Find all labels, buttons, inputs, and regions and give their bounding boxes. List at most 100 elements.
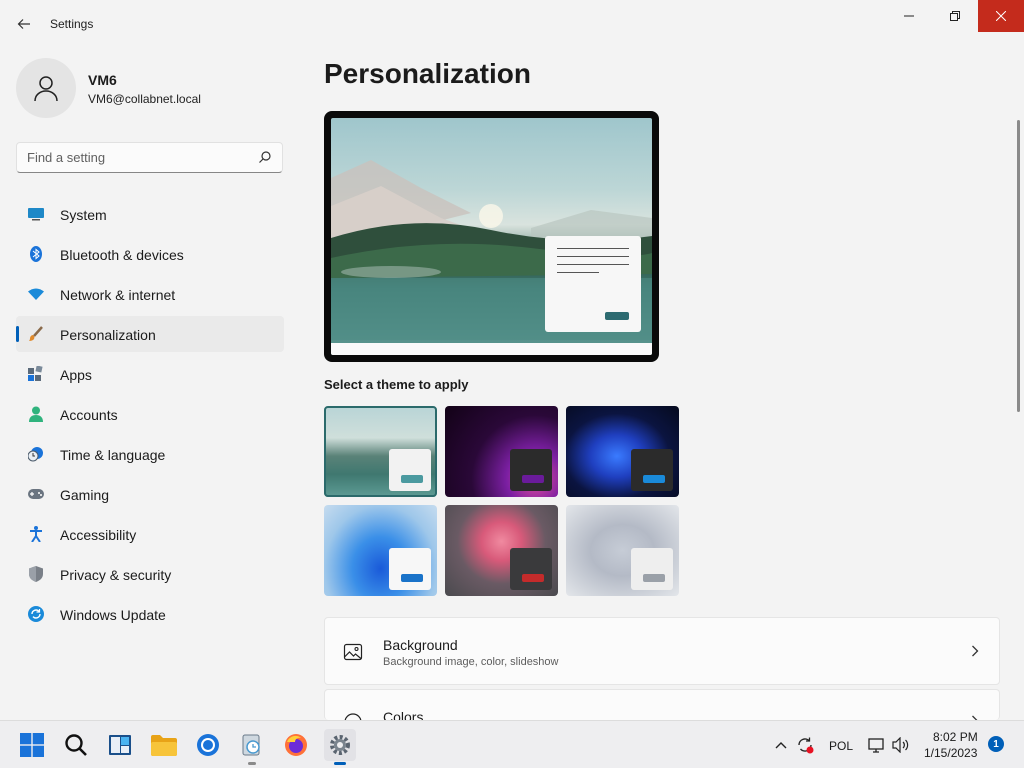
preview-accent-button	[605, 312, 629, 320]
sync-icon	[798, 737, 814, 754]
preview-text-line	[557, 248, 629, 249]
chevron-up-icon	[775, 742, 787, 749]
background-setting-card[interactable]: Background Background image, color, slid…	[324, 617, 1000, 685]
search-icon	[259, 151, 271, 163]
app-title: Settings	[50, 17, 94, 31]
volume-button[interactable]	[892, 736, 910, 754]
close-icon	[996, 11, 1006, 21]
preview-window	[545, 236, 641, 332]
avatar[interactable]	[16, 58, 76, 118]
sidebar-item-apps[interactable]: Apps	[16, 356, 284, 392]
running-indicator	[248, 762, 256, 765]
card-subtitle: Background image, color, slideshow	[383, 656, 559, 668]
sidebar-item-time-language[interactable]: Time & language	[16, 436, 284, 472]
theme-tile-flow[interactable]	[566, 505, 679, 596]
sidebar-item-gaming[interactable]: Gaming	[16, 476, 284, 512]
update-icon	[28, 606, 44, 622]
windows-logo-icon	[20, 733, 44, 757]
sidebar-item-label: Personalization	[60, 327, 156, 343]
folder-icon	[151, 735, 177, 756]
preview-text-line	[557, 272, 599, 273]
sidebar-item-personalization[interactable]: Personalization	[16, 316, 284, 352]
sidebar-item-label: Accounts	[60, 407, 118, 423]
minimize-icon	[904, 15, 914, 17]
back-button[interactable]	[10, 10, 38, 38]
theme-tile-dark-purple[interactable]	[445, 406, 558, 497]
preview-text-line	[557, 264, 629, 265]
gamepad-icon	[28, 486, 44, 502]
theme-window-preview	[389, 449, 431, 491]
card-title: Colors	[383, 709, 424, 720]
shield-icon	[28, 566, 44, 582]
clock-globe-icon	[28, 446, 44, 462]
theme-window-preview	[510, 548, 552, 590]
firefox-button[interactable]	[280, 729, 312, 761]
theme-window-preview	[510, 449, 552, 491]
taskbar: POL 8:02 PM 1/15/2023	[0, 720, 1024, 768]
search-box[interactable]	[16, 142, 283, 173]
task-view-icon	[109, 735, 131, 755]
sidebar-item-windows-update[interactable]: Windows Update	[16, 596, 284, 632]
app-button[interactable]	[236, 729, 268, 765]
notification-badge[interactable]: 1	[988, 736, 1004, 752]
preview-taskbar	[331, 343, 652, 355]
wifi-icon	[28, 286, 44, 302]
colors-setting-card[interactable]: Colors	[324, 689, 1000, 720]
network-button[interactable]	[868, 736, 886, 754]
search-icon	[65, 734, 87, 756]
start-button[interactable]	[16, 729, 48, 761]
title-bar: Settings	[0, 0, 1024, 48]
sidebar-item-network[interactable]: Network & internet	[16, 276, 284, 312]
input-language[interactable]: POL	[829, 739, 853, 753]
chevron-right-icon	[971, 644, 979, 660]
chrome-button[interactable]	[192, 729, 224, 761]
search-input[interactable]	[17, 143, 282, 172]
sidebar-item-privacy[interactable]: Privacy & security	[16, 556, 284, 592]
sidebar-item-accessibility[interactable]: Accessibility	[16, 516, 284, 552]
user-profile[interactable]: VM6 VM6@collabnet.local	[16, 58, 296, 118]
theme-tile-glow[interactable]	[324, 406, 437, 497]
sidebar-item-accounts[interactable]: Accounts	[16, 396, 284, 432]
brush-icon	[28, 326, 44, 342]
volume-icon	[892, 737, 909, 753]
user-email: VM6@collabnet.local	[88, 92, 201, 106]
sidebar-item-bluetooth[interactable]: Bluetooth & devices	[16, 236, 284, 272]
file-explorer-button[interactable]	[148, 729, 180, 761]
person-icon	[34, 76, 58, 102]
theme-window-preview	[631, 548, 673, 590]
restore-button[interactable]	[932, 0, 978, 32]
image-icon	[343, 643, 363, 661]
sync-status-button[interactable]	[796, 736, 814, 754]
close-button[interactable]	[978, 0, 1024, 32]
sidebar-item-label: Time & language	[60, 447, 166, 463]
gear-icon	[330, 735, 350, 755]
page-title: Personalization	[324, 58, 531, 89]
sidebar-item-label: Network & internet	[60, 287, 176, 303]
task-view-button[interactable]	[104, 729, 136, 761]
firefox-icon	[285, 734, 307, 756]
clock-time[interactable]: 8:02 PM	[933, 730, 978, 744]
theme-tile-dark-bloom[interactable]	[566, 406, 679, 497]
app-icon	[242, 734, 260, 756]
sidebar-item-label: System	[60, 207, 107, 223]
themes-heading: Select a theme to apply	[324, 377, 469, 392]
accessibility-icon	[28, 526, 44, 542]
sidebar-item-label: Accessibility	[60, 527, 137, 543]
theme-tile-light-bloom[interactable]	[324, 505, 437, 596]
back-arrow-icon	[17, 19, 30, 29]
show-hidden-icons-button[interactable]	[772, 736, 790, 754]
sidebar-item-label: Windows Update	[60, 607, 166, 623]
theme-accent-swatch	[522, 475, 544, 483]
accounts-icon	[28, 406, 44, 422]
vertical-scrollbar[interactable]	[1017, 120, 1020, 412]
system-icon	[28, 206, 44, 222]
clock-date[interactable]: 1/15/2023	[924, 746, 977, 760]
minimize-button[interactable]	[886, 0, 932, 32]
settings-app-button[interactable]	[324, 729, 356, 765]
sidebar-item-label: Bluetooth & devices	[60, 247, 184, 263]
user-name: VM6	[88, 72, 117, 88]
taskbar-search-button[interactable]	[60, 729, 92, 761]
sidebar-item-system[interactable]: System	[16, 196, 284, 232]
desktop-preview-image	[331, 118, 652, 355]
theme-tile-captured-motion[interactable]	[445, 505, 558, 596]
